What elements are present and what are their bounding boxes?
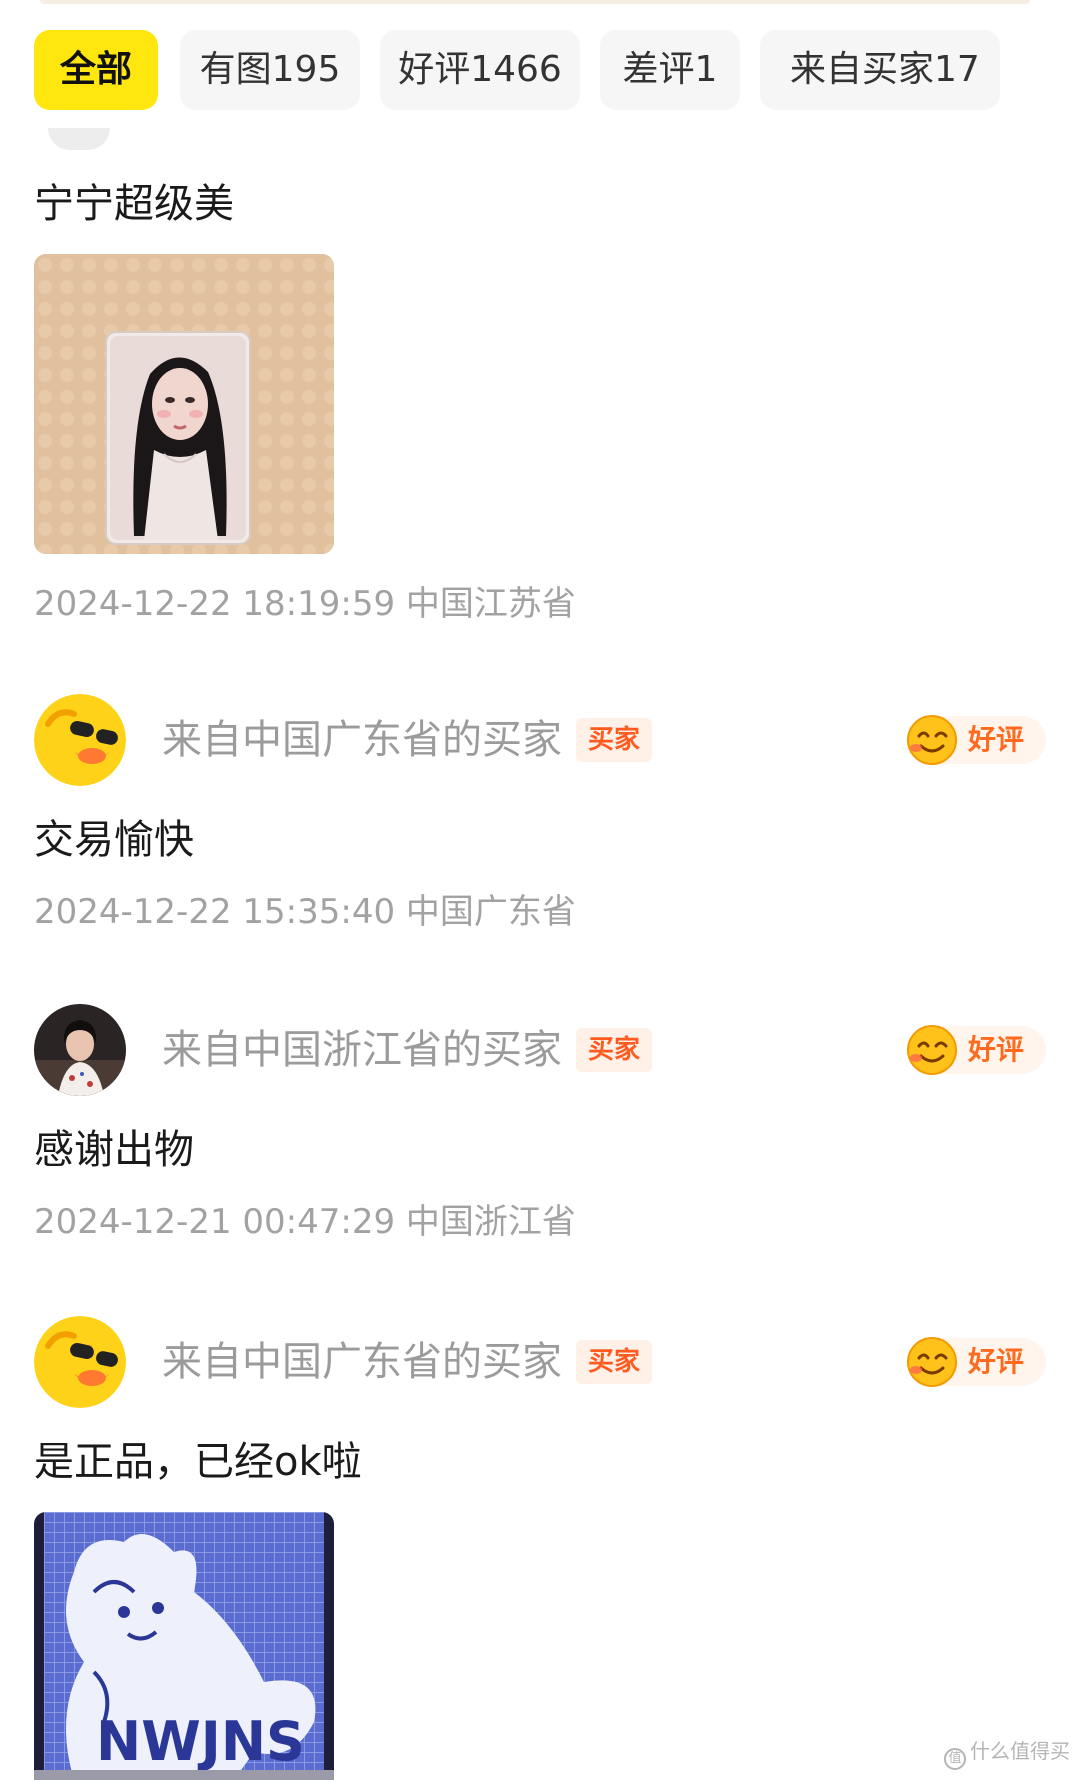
- user-name: 来自中国广东省的买家: [162, 1339, 562, 1385]
- review-meta: 2024-12-22 15:35:40 中国广东省: [34, 892, 576, 932]
- smile-icon: [907, 1337, 957, 1387]
- review-content: 交易愉快: [34, 817, 194, 863]
- tab-with-images[interactable]: 有图195: [180, 30, 360, 110]
- user-name: 来自中国广东省的买家: [162, 717, 562, 763]
- review-meta: 2024-12-21 00:47:29 中国浙江省: [34, 1202, 576, 1242]
- photocard-image: [34, 254, 334, 554]
- rating-label: 好评: [968, 1345, 1025, 1378]
- tab-all[interactable]: 全部: [34, 30, 158, 110]
- rating-badge: 好评: [907, 1337, 1046, 1387]
- avatar[interactable]: [48, 128, 110, 150]
- review-content: 宁宁超级美: [34, 181, 234, 227]
- avatar[interactable]: [34, 1316, 126, 1408]
- buyer-badge: 买家: [576, 718, 653, 762]
- user-name: 来自中国浙江省的买家: [162, 1027, 562, 1073]
- rating-label: 好评: [968, 723, 1025, 756]
- tab-from-buyer[interactable]: 来自买家17: [760, 30, 1000, 110]
- sunglasses-chick-icon: [34, 694, 126, 786]
- review-photo[interactable]: [34, 254, 334, 554]
- avatar[interactable]: [34, 1004, 126, 1096]
- review-filter-tabs: 全部 有图195 好评1466 差评1 来自买家17: [34, 30, 1080, 110]
- review-content: 是正品，已经ok啦: [34, 1439, 362, 1485]
- review-meta: 2024-12-22 18:19:59 中国江苏省: [34, 584, 576, 624]
- smile-icon: [907, 715, 957, 765]
- review-photo[interactable]: NWJNS: [34, 1512, 334, 1780]
- tab-negative[interactable]: 差评1: [600, 30, 740, 110]
- review-header: 来自中国广东省的买家 买家 好评: [34, 1316, 1046, 1408]
- rating-badge: 好评: [907, 715, 1046, 765]
- smile-icon: [907, 1025, 957, 1075]
- sunglasses-chick-icon: [34, 1316, 126, 1408]
- buyer-badge: 买家: [576, 1340, 653, 1384]
- review-header: 来自中国浙江省的买家 买家 好评: [34, 1004, 1046, 1096]
- smzdm-logo-icon: 值: [944, 1748, 966, 1770]
- profile-photo: [34, 1004, 126, 1096]
- top-divider: [40, 0, 1030, 4]
- avatar[interactable]: [34, 694, 126, 786]
- photocard-image: NWJNS: [34, 1512, 334, 1780]
- watermark-text: 什么值得买: [970, 1739, 1070, 1763]
- watermark: 值什么值得买: [944, 1735, 1070, 1770]
- buyer-badge: 买家: [576, 1028, 653, 1072]
- rating-badge: 好评: [907, 1025, 1046, 1075]
- tab-positive[interactable]: 好评1466: [380, 30, 580, 110]
- rating-label: 好评: [968, 1033, 1025, 1066]
- review-header: 来自中国广东省的买家 买家 好评: [34, 694, 1046, 786]
- review-content: 感谢出物: [34, 1127, 194, 1173]
- photo-caption: NWJNS: [96, 1710, 305, 1773]
